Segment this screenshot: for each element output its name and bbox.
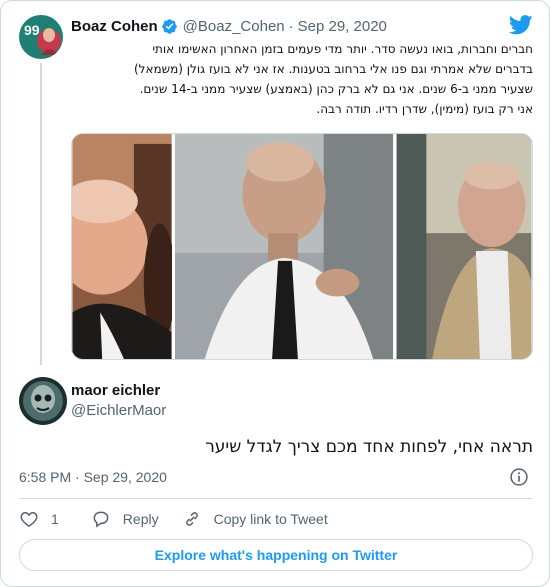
author-name[interactable]: Boaz Cohen xyxy=(71,18,158,35)
copy-link-label: Copy link to Tweet xyxy=(213,511,328,527)
explore-twitter-button[interactable]: Explore what's happening on Twitter xyxy=(19,539,533,571)
copy-link-button[interactable]: Copy link to Tweet xyxy=(182,509,328,529)
tweet-date[interactable]: Sep 29, 2020 xyxy=(298,18,387,35)
author-avatar[interactable]: 99 xyxy=(19,15,63,59)
reply-timestamp[interactable]: 6:58 PM · Sep 29, 2020 xyxy=(19,469,167,485)
separator-dot: · xyxy=(75,469,80,485)
reply-button[interactable]: Reply xyxy=(91,509,159,529)
reply-author-name[interactable]: maor eichler xyxy=(71,382,160,399)
author-handle[interactable]: @Boaz_Cohen xyxy=(183,18,285,35)
tweet-text-line: בדברים שלא אמרתי וגם פנו אלי ברחוב בטענו… xyxy=(133,62,533,76)
tweet-text-line: אני רק בועז (מימין), שדרן רדיו. תודה רבה… xyxy=(316,102,533,116)
reply-text: תראה אחי, לפחות אחד מכם צריך לגדל שיער xyxy=(205,437,533,457)
heart-icon xyxy=(20,511,38,527)
link-icon xyxy=(185,512,198,526)
photo-right[interactable] xyxy=(396,134,532,359)
reply-author-handle[interactable]: @EichlerMaor xyxy=(71,402,166,419)
info-icon[interactable] xyxy=(509,467,529,487)
thread-connector-line xyxy=(40,63,42,365)
tweet-text-line: שצעיר ממני ב-6 שנים. אני גם לא ברק כהן (… xyxy=(139,82,533,96)
twitter-bird-icon[interactable] xyxy=(509,15,533,35)
reply-time[interactable]: 6:58 PM xyxy=(19,469,71,485)
reply-author-avatar[interactable] xyxy=(19,377,67,425)
tweet-header: Boaz Cohen @Boaz_Cohen · Sep 29, 2020 xyxy=(71,17,387,35)
reply-date[interactable]: Sep 29, 2020 xyxy=(84,469,167,485)
tweet-text-line: חברים וחברות, בואו נעשה סדר. יותר מדי פע… xyxy=(152,42,533,56)
verified-badge-icon xyxy=(161,18,177,34)
reply-label: Reply xyxy=(122,511,159,527)
avatar-badge: 99 xyxy=(24,22,40,38)
photo-center[interactable] xyxy=(174,134,394,359)
like-button[interactable]: 1 xyxy=(19,509,59,529)
action-bar: 1 Reply Copy link to Tweet xyxy=(19,508,328,530)
like-count: 1 xyxy=(51,511,59,527)
separator-dot: · xyxy=(288,17,294,35)
tweet-text: חברים וחברות, בואו נעשה סדר. יותר מדי פע… xyxy=(71,39,533,119)
reply-bubble-icon xyxy=(93,511,109,528)
photo-left[interactable] xyxy=(72,134,172,359)
divider xyxy=(19,498,533,499)
tweet-embed-card: 99 Boaz Cohen @Boaz_Cohen · Sep 29, 2020… xyxy=(0,0,550,587)
tweet-media-grid[interactable] xyxy=(71,133,533,360)
